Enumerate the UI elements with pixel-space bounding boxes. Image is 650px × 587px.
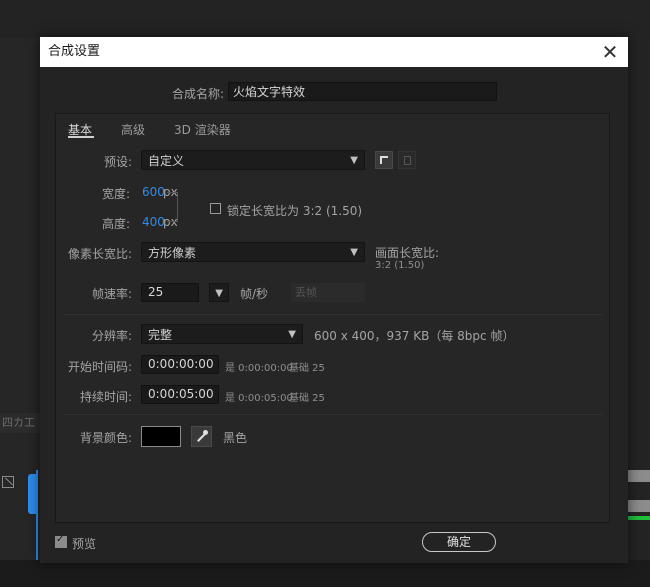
bg-color-name: 黑色 <box>223 431 248 445</box>
dialog-titlebar: 合成设置 ✕ <box>40 37 628 67</box>
save-preset-icon[interactable] <box>375 151 393 169</box>
composition-settings-dialog: 合成设置 ✕ 合成名称: 火焰文字特效 基本 高级 3D 渲染器 预设: 自定义… <box>40 37 628 563</box>
duration-info: 是 0:00:05:00 <box>225 393 293 404</box>
resolution-value: 完整 <box>148 328 173 342</box>
frame-rate-unit: 帧/秒 <box>240 287 269 301</box>
app-left-label: 四カ工 <box>0 413 40 433</box>
chevron-down-icon: ▼ <box>350 247 358 258</box>
close-icon[interactable]: ✕ <box>598 40 622 64</box>
duration-label: 持续时间: <box>79 390 132 404</box>
resolution-label: 分辨率: <box>91 329 132 343</box>
tab-3d-renderer[interactable]: 3D 渲染器 <box>174 121 231 138</box>
preset-value: 自定义 <box>148 154 185 168</box>
frame-aspect-label: 画面长宽比: <box>375 246 440 260</box>
preset-label: 预设: <box>103 155 132 169</box>
chevron-down-icon: ▼ <box>288 329 296 340</box>
bg-color-label: 背景颜色: <box>79 431 132 445</box>
tab-advanced[interactable]: 高级 <box>121 121 145 138</box>
lock-aspect-checkbox[interactable] <box>210 203 221 214</box>
duration-base: 基础 25 <box>289 393 325 404</box>
eyedropper-icon[interactable] <box>191 426 212 447</box>
start-timecode-info: 是 0:00:00:00 <box>225 363 293 374</box>
ok-button[interactable]: 确定 <box>422 532 496 552</box>
app-bottom-strip <box>0 560 650 587</box>
app-top-strip <box>0 0 650 37</box>
tab-basic-underline <box>68 136 94 138</box>
pixel-aspect-dropdown[interactable]: 方形像素 ▼ <box>141 242 365 262</box>
timeline-playhead[interactable] <box>28 474 38 514</box>
settings-panel <box>55 113 610 523</box>
preview-checkbox[interactable] <box>55 534 67 548</box>
link-bracket <box>167 192 178 207</box>
chevron-down-icon: ▼ <box>215 288 223 299</box>
drop-frame-dropdown: 丢帧 <box>291 283 365 302</box>
pixel-aspect-value: 方形像素 <box>148 246 197 260</box>
chevron-down-icon: ▼ <box>350 155 358 166</box>
divider <box>64 314 602 315</box>
frame-rate-input[interactable]: 25 <box>141 283 199 302</box>
start-timecode-input[interactable]: 0:00:00:00 <box>141 355 219 374</box>
delete-preset-icon[interactable] <box>398 151 416 169</box>
pixel-aspect-label: 像素长宽比: <box>67 247 132 261</box>
width-label: 宽度: <box>101 187 130 201</box>
frame-aspect-value: 3:2 (1.50) <box>375 260 425 271</box>
region-icon[interactable] <box>2 476 14 488</box>
comp-name-input[interactable]: 火焰文字特效 <box>228 82 497 101</box>
height-value[interactable]: 400 <box>142 215 165 229</box>
start-timecode-base: 基础 25 <box>289 363 325 374</box>
timeline-layer-bar[interactable] <box>628 500 650 512</box>
timeline-work-area[interactable] <box>628 516 650 520</box>
timeline-layer-bar[interactable] <box>628 470 650 482</box>
preview-label: 预览 <box>72 537 97 551</box>
frame-rate-label: 帧速率: <box>91 287 132 301</box>
width-value[interactable]: 600 <box>142 185 165 199</box>
start-timecode-label: 开始时间码: <box>67 360 132 374</box>
link-bracket <box>167 207 178 222</box>
dialog-title: 合成设置 <box>48 44 101 59</box>
preset-dropdown[interactable]: 自定义 ▼ <box>141 150 365 170</box>
lock-aspect-label: 锁定长宽比为 3:2 (1.50) <box>227 204 363 218</box>
duration-input[interactable]: 0:00:05:00 <box>141 385 219 404</box>
bg-color-swatch[interactable] <box>141 426 181 447</box>
height-label: 高度: <box>101 217 130 231</box>
resolution-dropdown[interactable]: 完整 ▼ <box>141 324 303 344</box>
divider <box>64 414 602 415</box>
resolution-info: 600 x 400，937 KB（每 8bpc 帧） <box>314 329 515 343</box>
frame-rate-dropdown[interactable]: ▼ <box>209 283 229 302</box>
comp-name-label: 合成名称: <box>171 87 224 101</box>
drop-frame-value: 丢帧 <box>295 286 317 299</box>
